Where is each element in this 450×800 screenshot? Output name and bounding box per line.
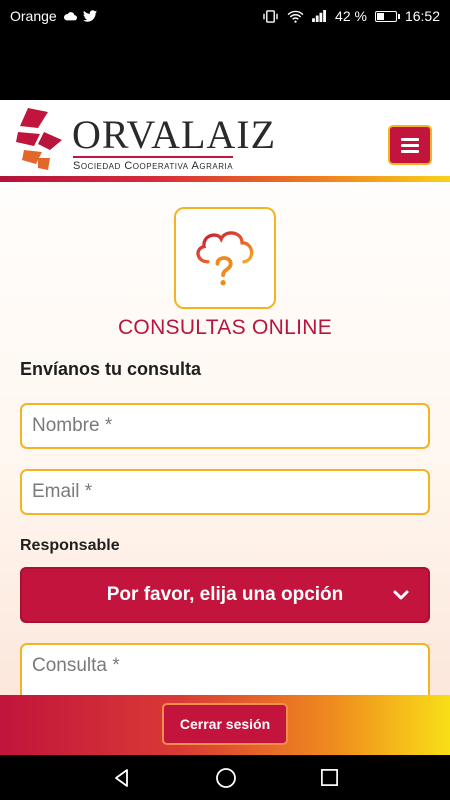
footer-bar: Cerrar sesión	[0, 695, 450, 755]
battery-percent: 42 %	[335, 8, 367, 24]
responsable-selected-value: Por favor, elija una opción	[106, 584, 344, 605]
clock: 16:52	[404, 8, 440, 24]
responsable-select[interactable]: Por favor, elija una opción	[20, 567, 430, 623]
back-icon[interactable]	[112, 768, 132, 788]
page-title: CONSULTAS ONLINE	[117, 316, 333, 339]
app-screen: ORVALAIZ Sociedad Cooperativa Agraria CO…	[0, 100, 450, 755]
email-placeholder: Email *	[32, 481, 93, 502]
status-bar: Orange 42 % 16:52	[0, 0, 450, 32]
vibrate-icon	[263, 9, 278, 23]
consulta-placeholder: Consulta *	[32, 655, 120, 676]
recents-icon[interactable]	[320, 768, 339, 787]
email-field[interactable]: Email *	[20, 469, 430, 515]
signal-icon	[312, 10, 326, 22]
responsable-label: Responsable	[20, 537, 120, 554]
brand-name: ORVALAIZ	[72, 112, 277, 157]
wifi-icon	[287, 10, 304, 23]
header-divider	[0, 176, 450, 182]
header: ORVALAIZ Sociedad Cooperativa Agraria	[0, 100, 450, 182]
battery-icon	[374, 10, 400, 22]
system-nav-bar	[0, 755, 450, 800]
logout-button[interactable]: Cerrar sesión	[162, 703, 288, 745]
orvalaiz-logo-icon	[16, 108, 62, 170]
carrier-name: Orange	[10, 8, 57, 24]
home-icon[interactable]	[215, 767, 237, 789]
hamburger-icon	[401, 137, 419, 141]
name-placeholder: Nombre *	[32, 415, 113, 436]
twitter-icon	[82, 10, 97, 22]
form-heading: Envíanos tu consulta	[20, 359, 202, 379]
cloud-question-icon	[196, 231, 254, 286]
brand-tagline: Sociedad Cooperativa Agraria	[73, 156, 234, 172]
menu-button[interactable]	[388, 125, 432, 165]
consultas-hero-badge	[174, 207, 276, 309]
cloud-icon	[63, 12, 77, 21]
top-spacer	[0, 32, 450, 100]
chevron-down-icon	[388, 582, 414, 608]
name-field[interactable]: Nombre *	[20, 403, 430, 449]
